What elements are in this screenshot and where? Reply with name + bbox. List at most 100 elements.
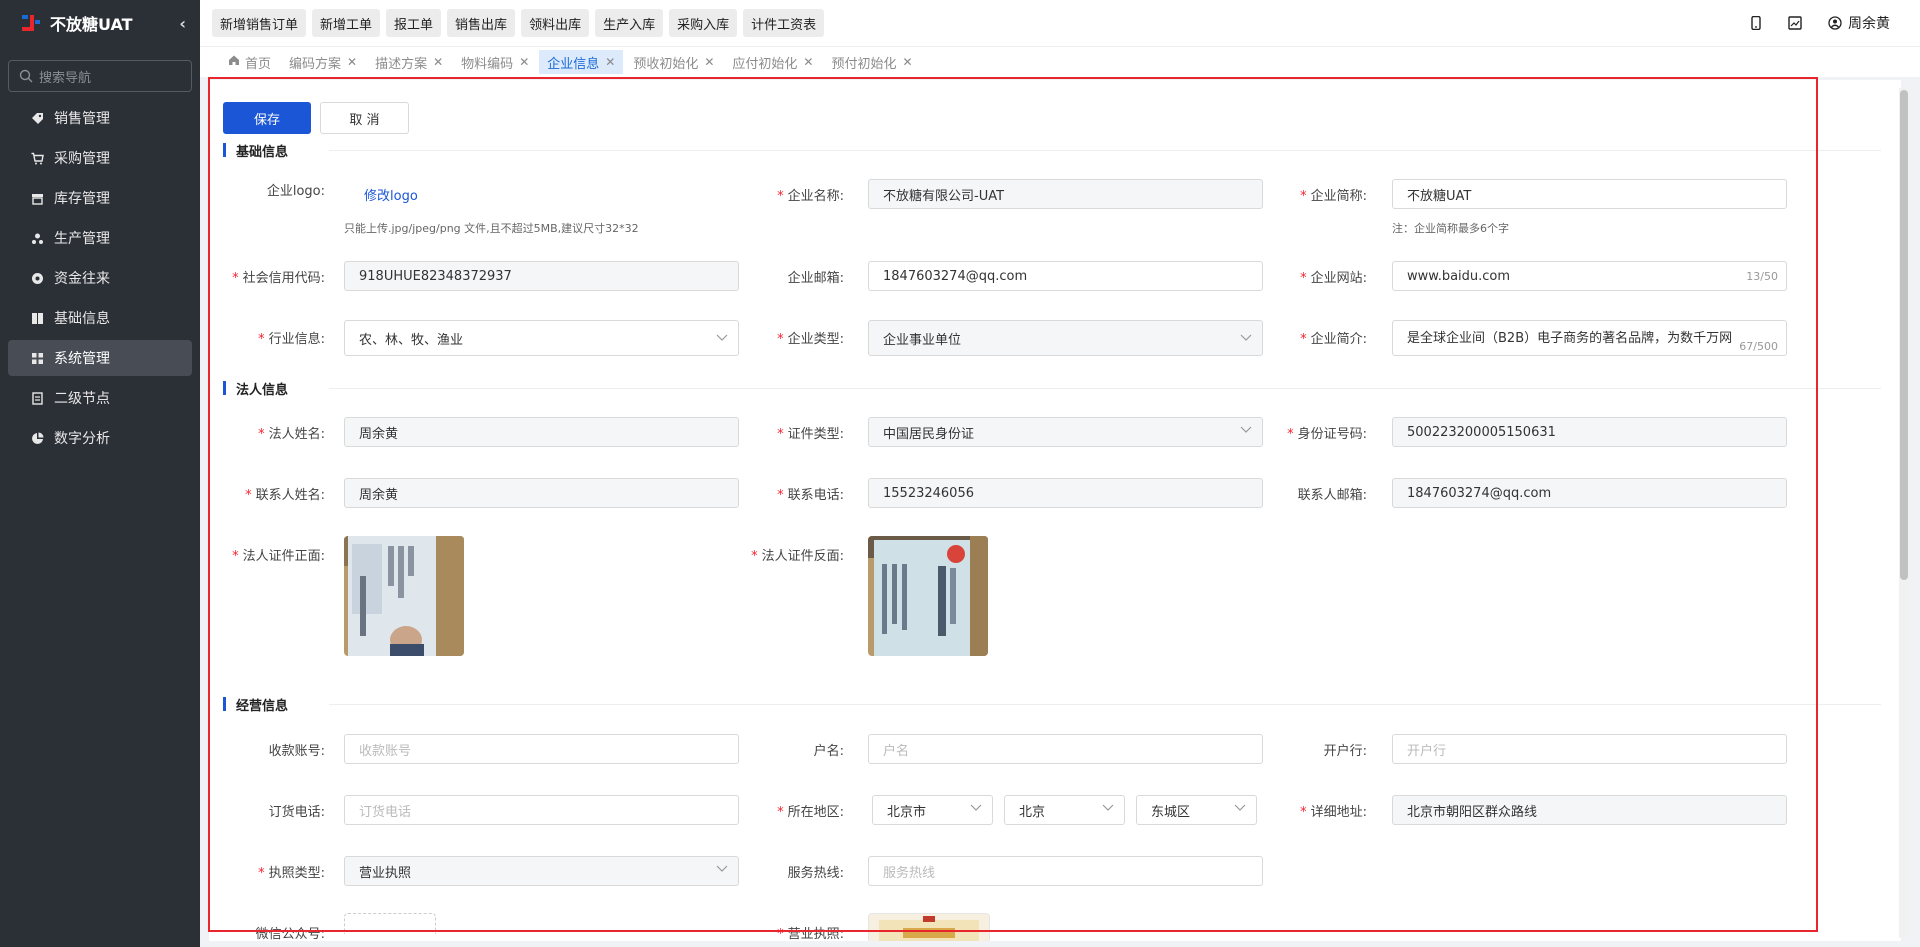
close-icon[interactable]: ✕ [605,55,615,69]
close-icon[interactable]: ✕ [903,55,913,69]
close-icon[interactable]: ✕ [803,55,813,69]
tab-4[interactable]: 企业信息 ✕ [539,50,624,74]
quick-action-button[interactable]: 新增工单 [312,9,381,37]
tab-1[interactable]: 编码方案 ✕ [281,50,365,74]
sidebar-item-5[interactable]: 基础信息 [8,300,192,336]
license-type-select[interactable]: 营业执照 [344,856,739,886]
contact-name-input[interactable]: 周余黄 [344,478,739,508]
id-card-front-image[interactable] [344,536,464,656]
license-type-value: 营业执照 [359,865,412,881]
section-business-title: 经营信息 [236,698,289,714]
province-value: 北京市 [887,804,927,820]
quick-action-button[interactable]: 领料出库 [521,9,590,37]
app-title: 不放糖UAT [50,15,133,34]
id-back-label: * 法人证件反面: [751,549,844,564]
enterprise-info-form: 保存 取 消 基础信息 企业logo: 修改logo 只能上传.jpg/jpeg… [209,80,1901,941]
close-icon[interactable]: ✕ [519,55,529,69]
user-menu[interactable]: 周余黄 [1828,13,1890,33]
sidebar-item-label: 基础信息 [54,311,110,327]
credit-code-input[interactable]: 918UHUE82348372937 [344,261,739,291]
website-input[interactable]: www.baidu.com 13/50 [1392,261,1787,291]
city-select[interactable]: 北京 [1004,795,1125,825]
main-scrollbar[interactable] [1899,88,1909,938]
company-email-input[interactable]: 1847603274@qq.com [868,261,1263,291]
company-type-select[interactable]: 企业事业单位 [868,320,1263,356]
short-name-input[interactable]: 不放糖UAT [1392,179,1787,209]
sidebar-item-7[interactable]: 二级节点 [8,380,192,416]
quick-action-button[interactable]: 报工单 [386,9,442,37]
chevron-down-icon [1102,804,1114,811]
quick-action-button[interactable]: 采购入库 [669,9,738,37]
company-name-input[interactable]: 不放糖有限公司-UAT [868,179,1263,209]
sidebar: 不放糖UAT ‹ 搜索导航 销售管理采购管理库存管理生产管理资金往来基础信息系统… [0,0,200,947]
tab-label: 首页 [245,56,272,72]
tab-6[interactable]: 应付初始化 ✕ [724,50,821,74]
quick-action-button[interactable]: 生产入库 [595,9,664,37]
quick-action-button[interactable]: 计件工资表 [743,9,825,37]
scrollbar-thumb[interactable] [1900,90,1908,580]
contact-name-label: * 联系人姓名: [245,488,325,503]
book-icon [30,311,44,325]
tab-7[interactable]: 预付初始化 ✕ [823,50,920,74]
website-label: * 企业网站: [1300,271,1367,286]
nav-search-input[interactable]: 搜索导航 [8,60,192,92]
hotline-input[interactable]: 服务热线 [868,856,1263,886]
close-icon[interactable]: ✕ [433,55,443,69]
address-input[interactable]: 北京市朝阳区群众路线 [1392,795,1787,825]
grid-icon [30,351,44,365]
sidebar-item-1[interactable]: 采购管理 [8,140,192,176]
tab-label: 企业信息 [547,56,600,72]
holder-input[interactable]: 户名 [868,734,1263,764]
tag-icon [30,111,44,125]
close-icon[interactable]: ✕ [704,55,714,69]
cancel-button[interactable]: 取 消 [320,102,409,134]
sidebar-item-4[interactable]: 资金往来 [8,260,192,296]
divider [329,150,1881,151]
license-label: * 营业执照: [777,927,844,941]
change-logo-link[interactable]: 修改logo [364,185,418,204]
quick-action-button[interactable]: 销售出库 [447,9,516,37]
contact-email-input[interactable]: 1847603274@qq.com [1392,478,1787,508]
tab-3[interactable]: 物料编码 ✕ [453,50,537,74]
order-phone-input[interactable]: 订货电话 [344,795,739,825]
brand-logo-icon [20,12,42,34]
id-type-select[interactable]: 中国居民身份证 [868,417,1263,447]
quick-action-button[interactable]: 新增销售订单 [212,9,307,37]
chevron-down-icon [716,334,728,341]
intro-textarea[interactable]: 是全球企业间（B2B）电子商务的著名品牌，为数千万网 67/500 [1392,320,1787,356]
cart-icon [30,151,44,165]
license-image[interactable] [868,913,990,941]
province-select[interactable]: 北京市 [872,795,993,825]
bank-input[interactable]: 开户行 [1392,734,1787,764]
divider [329,704,1881,705]
contact-phone-input[interactable]: 15523246056 [868,478,1263,508]
wechat-label: 微信公众号: [255,927,325,941]
sidebar-item-2[interactable]: 库存管理 [8,180,192,216]
section-legal-info: 法人信息 [223,380,288,398]
sidebar-item-3[interactable]: 生产管理 [8,220,192,256]
industry-select[interactable]: 农、林、牧、渔业 [344,320,739,356]
wechat-qr-upload[interactable] [344,913,436,934]
section-basic-info: 基础信息 [223,142,288,160]
production-icon [30,231,44,245]
tab-2[interactable]: 描述方案 ✕ [367,50,451,74]
save-button[interactable]: 保存 [223,102,311,134]
doc-icon [30,391,44,405]
id-card-back-image[interactable] [868,536,988,656]
chevron-down-icon [1240,334,1252,341]
legal-name-input[interactable]: 周余黄 [344,417,739,447]
close-icon[interactable]: ✕ [347,55,357,69]
district-select[interactable]: 东城区 [1136,795,1257,825]
sidebar-item-0[interactable]: 销售管理 [8,100,192,136]
tab-0[interactable]: 首页 [220,50,279,74]
sidebar-item-6[interactable]: 系统管理 [8,340,192,376]
mobile-icon[interactable] [1750,16,1762,30]
screen-icon[interactable] [1788,16,1802,30]
logo-label: 企业logo: [266,184,325,199]
sidebar-item-8[interactable]: 数字分析 [8,420,192,456]
id-number-input[interactable]: 500223200005150631 [1392,417,1787,447]
tab-5[interactable]: 预收初始化 ✕ [625,50,722,74]
collapse-sidebar-icon[interactable]: ‹ [179,14,186,33]
short-name-label: * 企业简称: [1300,189,1367,204]
account-input[interactable]: 收款账号 [344,734,739,764]
